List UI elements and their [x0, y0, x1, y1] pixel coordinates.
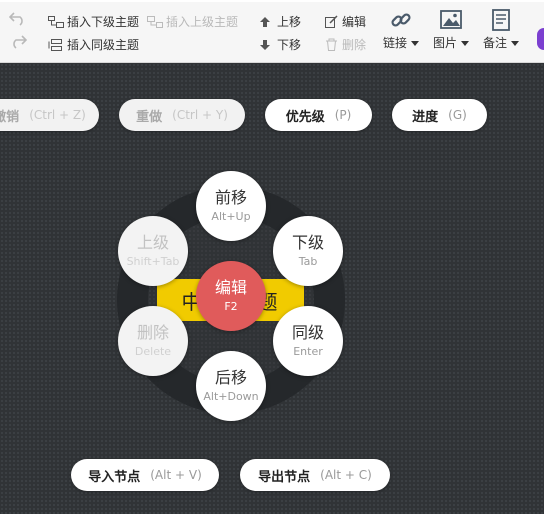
trash-icon: [326, 38, 337, 51]
image-button[interactable]: 图片: [433, 9, 470, 51]
insert-sibling-label: 插入同级主题: [67, 38, 140, 52]
toolbar: 插入下级主题 插入上级主题 插入同级主题 上移 下移 编辑 删除 链接 图片 备…: [0, 0, 544, 63]
radial-forward-button[interactable]: 前移 Alt+Up: [196, 171, 266, 241]
image-label-row: 图片: [433, 34, 470, 51]
move-up-button[interactable]: 上移: [259, 13, 301, 30]
radial-delete-button[interactable]: 删除 Delete: [118, 306, 188, 376]
arrow-down-icon: [260, 39, 270, 50]
link-icon: [391, 13, 411, 27]
redo-icon: [13, 35, 27, 49]
import-node-key: (Alt + V): [150, 468, 202, 482]
export-node-key: (Alt + C): [320, 468, 372, 482]
redo-pill[interactable]: 重做 (Ctrl + Y): [119, 99, 245, 131]
arrow-up-icon: [260, 16, 270, 27]
redo-arrow-button[interactable]: [9, 33, 27, 49]
edit-label: 编辑: [342, 15, 367, 29]
radial-sibling-key: Enter: [293, 345, 323, 358]
radial-sibling-label: 同级: [291, 323, 324, 342]
progress-pill-label: 进度: [412, 109, 439, 125]
image-icon: [440, 10, 462, 29]
redo-pill-label: 重做: [136, 109, 163, 125]
radial-child-button[interactable]: 下级 Tab: [273, 216, 343, 286]
edit-button[interactable]: 编辑: [325, 13, 366, 30]
radial-edit-label: 编辑: [214, 278, 247, 297]
note-caret-icon: [511, 41, 520, 46]
move-down-label: 下移: [277, 38, 302, 52]
undo-pill-label: 撤销: [0, 109, 20, 125]
radial-parent-button[interactable]: 上级 Shift+Tab: [118, 216, 188, 286]
radial-sibling-button[interactable]: 同级 Enter: [273, 306, 343, 376]
undo-arrow-button[interactable]: [9, 10, 27, 26]
radial-backward-button[interactable]: 后移 Alt+Down: [196, 351, 266, 421]
undo-pill[interactable]: 撤销 (Ctrl + Z): [0, 99, 99, 131]
move-up-label: 上移: [277, 15, 302, 29]
insert-sibling-button[interactable]: 插入同级主题: [48, 36, 139, 53]
insert-parent-label: 插入上级主题: [166, 15, 239, 29]
redo-pill-key: (Ctrl + Y): [172, 108, 228, 122]
undo-pill-key: (Ctrl + Z): [29, 108, 86, 122]
note-label-row: 备注: [483, 34, 520, 51]
delete-button[interactable]: 删除: [325, 36, 366, 53]
import-node-label: 导入节点: [88, 469, 141, 485]
delete-label: 删除: [342, 38, 367, 52]
note-button[interactable]: 备注: [483, 9, 520, 51]
theme-icon[interactable]: [537, 28, 544, 50]
progress-pill-key: (G): [448, 108, 467, 122]
export-node-pill[interactable]: 导出节点 (Alt + C): [240, 459, 390, 491]
priority-pill[interactable]: 优先级 (P): [265, 99, 372, 131]
import-node-pill[interactable]: 导入节点 (Alt + V): [71, 459, 219, 491]
edit-icon: [325, 15, 338, 28]
link-caret-icon: [411, 41, 420, 46]
radial-child-key: Tab: [298, 255, 318, 268]
insert-child-label: 插入下级主题: [67, 15, 140, 29]
radial-delete-key: Delete: [134, 345, 172, 358]
link-label: 链接: [383, 36, 408, 50]
radial-parent-label: 上级: [136, 233, 169, 252]
insert-child-button[interactable]: 插入下级主题: [48, 13, 139, 30]
priority-pill-key: (P): [334, 108, 352, 122]
insert-child-icon: [48, 15, 64, 28]
progress-pill[interactable]: 进度 (G): [392, 99, 487, 131]
link-label-row: 链接: [383, 34, 420, 51]
radial-parent-key: Shift+Tab: [126, 255, 180, 268]
radial-edit-key: F2: [224, 300, 238, 313]
note-label: 备注: [483, 36, 508, 50]
link-button[interactable]: 链接: [383, 9, 420, 51]
undo-icon: [9, 12, 23, 26]
radial-delete-label: 删除: [136, 323, 169, 342]
insert-parent-button[interactable]: 插入上级主题: [147, 13, 238, 30]
radial-child-label: 下级: [291, 233, 324, 252]
radial-backward-label: 后移: [214, 368, 247, 387]
radial-backward-key: Alt+Down: [203, 390, 259, 403]
radial-forward-label: 前移: [214, 188, 247, 207]
radial-forward-key: Alt+Up: [211, 210, 251, 223]
insert-parent-icon: [147, 15, 163, 28]
move-down-button[interactable]: 下移: [259, 36, 301, 53]
toolbar-top-line: [0, 0, 544, 2]
image-label: 图片: [433, 36, 458, 50]
insert-sibling-icon: [48, 38, 62, 51]
image-caret-icon: [461, 41, 470, 46]
note-icon: [492, 9, 510, 31]
export-node-label: 导出节点: [258, 469, 311, 485]
priority-pill-label: 优先级: [285, 109, 325, 125]
radial-edit-button[interactable]: 编辑 F2: [196, 261, 266, 331]
